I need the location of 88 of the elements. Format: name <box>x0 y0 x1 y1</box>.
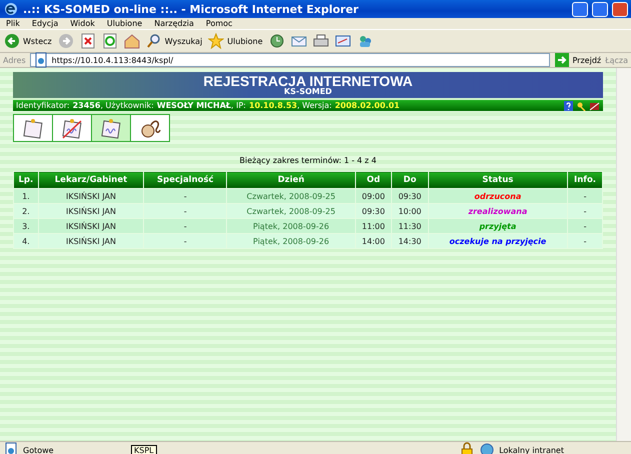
table-cell: 14:00 <box>355 234 392 248</box>
column-header: Specjalność <box>144 172 227 188</box>
table-cell: 09:30 <box>392 188 428 204</box>
table-cell: 11:00 <box>355 218 392 234</box>
globe-icon <box>479 442 496 454</box>
info-value: 10.10.8.53 <box>249 101 298 110</box>
icon-tab[interactable] <box>13 114 53 142</box>
history-icon[interactable] <box>268 33 285 49</box>
menu-item[interactable]: Pomoc <box>206 19 232 28</box>
table-cell: 3. <box>14 218 38 234</box>
table-cell: 10:00 <box>392 204 428 218</box>
icon-tab[interactable] <box>130 114 170 142</box>
info-label: , Użytkownik: <box>100 101 154 110</box>
column-header: Dzień <box>226 172 356 188</box>
column-header: Lekarz/Gabinet <box>38 172 144 188</box>
maximize-button[interactable] <box>592 2 608 16</box>
range-text: Bieżący zakres terminów: 1 - 4 z 4 <box>238 156 378 165</box>
table-cell: - <box>144 218 227 234</box>
table-cell: 1. <box>14 188 38 204</box>
info-label: Identyfikator: <box>16 101 70 110</box>
tooltip: KSPL <box>131 445 157 454</box>
info-value: WESOŁY MICHAŁ <box>156 101 232 110</box>
minimize-button[interactable] <box>572 2 588 16</box>
status-cell: zrealizowana <box>428 204 568 218</box>
edit-icon[interactable] <box>334 33 351 49</box>
window-title: ..:: KS-SOMED on-line ::.. - Microsoft Internet Explorer <box>23 2 360 16</box>
close-button[interactable] <box>612 2 628 16</box>
back-button[interactable]: Wstecz <box>4 33 52 49</box>
table-cell: - <box>568 234 602 248</box>
address-field[interactable]: https://10.10.4.113:8443/kspl/ <box>30 53 550 67</box>
menu-item[interactable]: Plik <box>6 19 20 28</box>
search-button[interactable]: Wyszukaj <box>146 33 202 49</box>
column-header: Status <box>428 172 568 188</box>
star-icon <box>208 33 224 49</box>
menu-item[interactable]: Widok <box>70 19 95 28</box>
status-text: Gotowe <box>23 446 54 454</box>
table-cell: Piątek, 2008-09-26 <box>226 218 356 234</box>
menu-item[interactable]: Narzędzia <box>154 19 194 28</box>
column-header: Do <box>392 172 428 188</box>
status-cell: przyjęta <box>428 218 568 234</box>
table-cell: IKSIŃSKI JAN <box>38 234 144 248</box>
stop-icon[interactable] <box>80 33 96 49</box>
banner-subtitle: KS-SOMED <box>284 88 332 96</box>
table-cell: 14:30 <box>392 234 428 248</box>
status-cell: oczekuje na przyjęcie <box>428 234 568 248</box>
table-cell: IKSIŃSKI JAN <box>38 218 144 234</box>
browser-icon <box>3 1 19 17</box>
table-cell: - <box>144 204 227 218</box>
page-icon <box>3 442 19 454</box>
table-cell: - <box>144 188 227 204</box>
info-value: 2008.02.00.01 <box>334 101 400 110</box>
printer-icon[interactable] <box>312 33 329 49</box>
menu-item[interactable]: Edycja <box>32 19 58 28</box>
toolbar-icons-drawing[interactable] <box>564 100 600 110</box>
banner-title: REJESTRACJA INTERNETOWA <box>203 74 413 88</box>
table-cell: Czwartek, 2008-09-25 <box>226 188 356 204</box>
table-cell: Piątek, 2008-09-26 <box>226 234 356 248</box>
home-icon[interactable] <box>124 33 140 49</box>
table-cell: 09:00 <box>355 188 392 204</box>
table-cell: 11:30 <box>392 218 428 234</box>
table-cell: - <box>568 204 602 218</box>
lock-icon <box>459 442 476 454</box>
info-label: , IP: <box>231 101 246 110</box>
table-cell: 4. <box>14 234 38 248</box>
icon-tab[interactable] <box>52 114 92 142</box>
info-label: , Wersja: <box>297 101 332 110</box>
status-cell: odrzucona <box>428 188 568 204</box>
table-cell: - <box>144 234 227 248</box>
search-icon <box>146 33 162 49</box>
zone-text: Lokalny intranet <box>499 446 564 454</box>
table-cell: 09:30 <box>355 204 392 218</box>
menu-item[interactable]: Ulubione <box>106 19 142 28</box>
table-cell: - <box>568 188 602 204</box>
scrollbar[interactable] <box>616 68 631 441</box>
favorites-button[interactable]: Ulubione <box>208 33 263 49</box>
table-cell: - <box>568 218 602 234</box>
go-button[interactable]: Przejdź <box>554 52 602 68</box>
table-cell: IKSIŃSKI JAN <box>38 188 144 204</box>
column-header: Info. <box>568 172 602 188</box>
table-cell: Czwartek, 2008-09-25 <box>226 204 356 218</box>
table-cell: IKSIŃSKI JAN <box>38 204 144 218</box>
refresh-icon[interactable] <box>102 33 118 49</box>
table-cell: 2. <box>14 204 38 218</box>
column-header: Od <box>355 172 392 188</box>
address-label: Adres <box>3 56 26 64</box>
info-value: 23456 <box>72 101 100 110</box>
icon-tab[interactable] <box>91 114 131 142</box>
column-header: Lp. <box>14 172 38 188</box>
